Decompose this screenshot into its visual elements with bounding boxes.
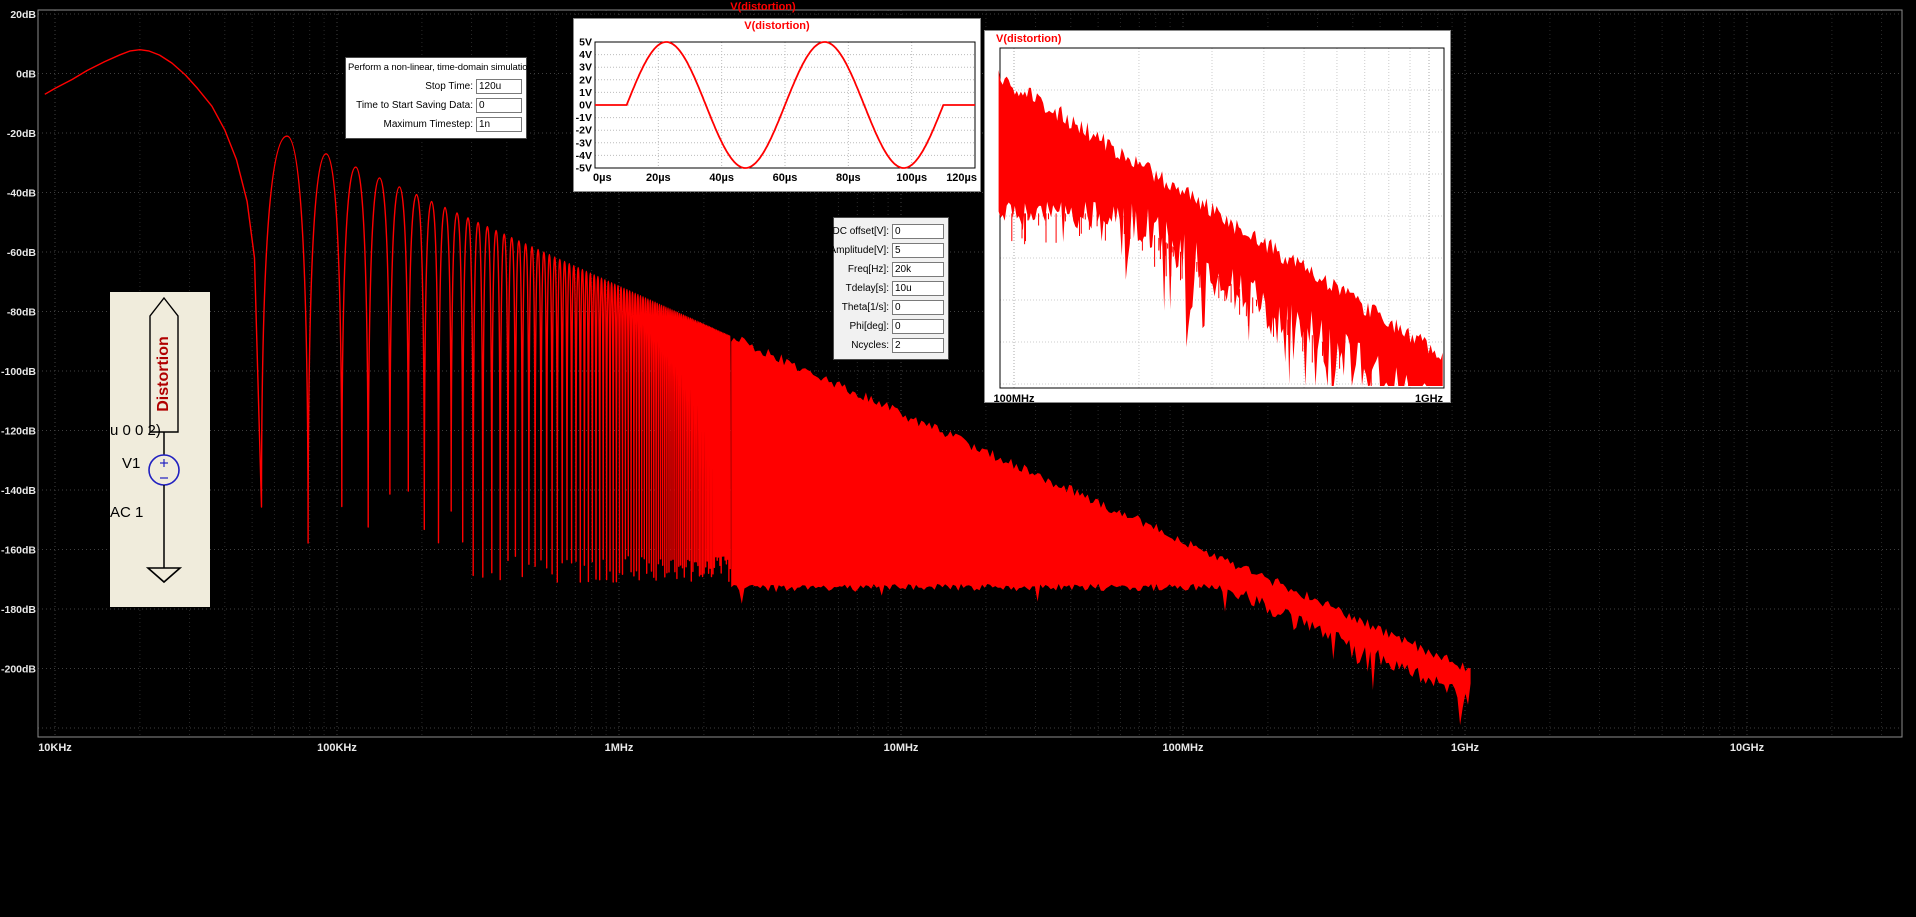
svg-text:0dB: 0dB — [16, 69, 36, 81]
svg-text:10KHz: 10KHz — [38, 742, 72, 754]
svg-text:1MHz: 1MHz — [605, 742, 634, 754]
svg-text:-1V: -1V — [576, 112, 592, 124]
svg-text:-40dB: -40dB — [7, 188, 37, 200]
ncycles-input[interactable] — [892, 338, 944, 353]
hf-fft-inset-window[interactable]: 100MHz 1GHz V(distortion) — [984, 30, 1451, 403]
main-y-axis-labels: 20dB 0dB -20dB -40dB -60dB -80dB -100dB -120dB -… — [1, 9, 36, 676]
spice-param-clipped-text: u 0 0 2) — [110, 422, 161, 439]
svg-text:1GHz: 1GHz — [1415, 393, 1444, 403]
max-timestep-input[interactable] — [476, 117, 522, 132]
amplitude-input[interactable] — [892, 243, 944, 258]
svg-text:20µs: 20µs — [646, 172, 671, 184]
source-ac-directive: AC 1 — [110, 504, 144, 521]
svg-text:100KHz: 100KHz — [317, 742, 357, 754]
svg-text:40µs: 40µs — [709, 172, 734, 184]
time-start-saving-input[interactable] — [476, 98, 522, 113]
sine-source-dialog: DC offset[V]: Amplitude[V]: Freq[Hz]: Td… — [829, 217, 949, 360]
svg-text:-80dB: -80dB — [7, 307, 37, 319]
source-designator: V1 — [122, 455, 141, 472]
svg-text:2V: 2V — [579, 74, 592, 86]
svg-text:-160dB: -160dB — [1, 545, 36, 557]
theta-input[interactable] — [892, 300, 944, 315]
svg-text:-100dB: -100dB — [1, 366, 36, 378]
schematic-panel[interactable]: Distortion u 0 0 2) V1 AC 1 — [110, 292, 210, 607]
svg-text:-180dB: -180dB — [1, 604, 36, 616]
stop-time-input[interactable] — [476, 79, 522, 94]
svg-text:5V: 5V — [579, 37, 592, 49]
svg-text:80µs: 80µs — [836, 172, 861, 184]
svg-text:1GHz: 1GHz — [1451, 742, 1480, 754]
svg-text:10MHz: 10MHz — [884, 742, 919, 754]
ltspice-window: 20dB 0dB -20dB -40dB -60dB -80dB -100dB -120dB -… — [0, 0, 1916, 917]
voltage-source-symbol[interactable] — [148, 454, 180, 486]
svg-text:120µs: 120µs — [946, 172, 977, 184]
tdelay-label: Tdelay[s]: — [845, 283, 889, 294]
dc-offset-input[interactable] — [892, 224, 944, 239]
svg-text:-60dB: -60dB — [7, 247, 37, 259]
theta-label: Theta[1/s]: — [841, 302, 889, 313]
main-x-axis-labels: 10KHz 100KHz 1MHz 10MHz 100MHz 1GHz 10GHz — [38, 742, 1764, 754]
ground-symbol[interactable] — [145, 567, 183, 584]
hf-fft-plot: 100MHz 1GHz — [984, 30, 1451, 403]
svg-text:0V: 0V — [579, 100, 592, 112]
max-timestep-label: Maximum Timestep: — [383, 119, 473, 130]
time-x-axis-labels: 0µs 20µs 40µs 60µs 80µs 100µs 120µs — [593, 172, 977, 184]
ncycles-label: Ncycles: — [851, 340, 889, 351]
svg-text:1V: 1V — [579, 87, 592, 99]
phi-input[interactable] — [892, 319, 944, 334]
time-domain-plot: 5V4V3V2V1V0V-1V-2V-3V-4V-5V0µs 20µs 40µs 60… — [573, 18, 981, 192]
svg-text:100µs: 100µs — [896, 172, 927, 184]
svg-text:-4V: -4V — [576, 150, 592, 162]
freq-label: Freq[Hz]: — [847, 264, 889, 275]
tdelay-input[interactable] — [892, 281, 944, 296]
time-inset-title: V(distortion) — [744, 20, 810, 32]
svg-text:4V: 4V — [579, 49, 592, 61]
svg-text:0µs: 0µs — [593, 172, 612, 184]
time-start-saving-label: Time to Start Saving Data: — [356, 100, 473, 111]
svg-text:-5V: -5V — [576, 163, 592, 175]
svg-text:100MHz: 100MHz — [994, 393, 1035, 403]
svg-text:-3V: -3V — [576, 137, 592, 149]
transient-settings-dialog: Perform a non-linear, time-domain simula… — [345, 57, 536, 139]
amplitude-label: Amplitude[V]: — [829, 245, 889, 256]
hf-inset-title: V(distortion) — [996, 33, 1062, 45]
svg-text:-2V: -2V — [576, 125, 592, 137]
main-plot-title: V(distortion) — [730, 1, 796, 13]
svg-text:-120dB: -120dB — [1, 426, 36, 438]
svg-text:-140dB: -140dB — [1, 485, 36, 497]
svg-text:60µs: 60µs — [773, 172, 798, 184]
phi-label: Phi[deg]: — [849, 321, 889, 332]
stop-time-label: Stop Time: — [425, 81, 473, 92]
svg-text:3V: 3V — [579, 62, 592, 74]
time-domain-inset-window[interactable]: 5V 4V 3V 2V 1V 0V -1V -2V -3V -4V -5V 0µs 20µs 40µs 60… — [573, 18, 981, 192]
svg-text:10GHz: 10GHz — [1730, 742, 1765, 754]
dc-offset-label: DC offset[V]: — [832, 226, 889, 237]
svg-text:-20dB: -20dB — [7, 128, 37, 140]
transient-dialog-title: Perform a non-linear, time-domain simula… — [348, 62, 536, 73]
freq-input[interactable] — [892, 262, 944, 277]
svg-text:20dB: 20dB — [10, 9, 36, 21]
svg-text:100MHz: 100MHz — [1163, 742, 1204, 754]
svg-text:-200dB: -200dB — [1, 664, 36, 676]
